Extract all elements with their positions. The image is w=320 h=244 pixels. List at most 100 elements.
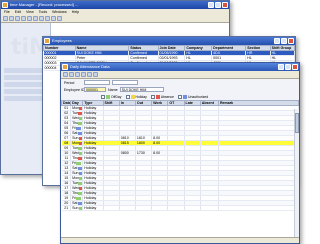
cell-day: Tue — [70, 110, 84, 116]
minimize-icon[interactable] — [274, 38, 280, 44]
checkbox[interactable] — [125, 94, 130, 99]
print-icon[interactable] — [93, 72, 98, 77]
paste-icon[interactable] — [39, 16, 44, 21]
legend-label: Holiday — [135, 94, 147, 99]
legend-swatch — [106, 94, 110, 99]
day-text: Mon — [72, 106, 80, 110]
open-icon[interactable] — [9, 16, 14, 21]
cell-day: Sat — [70, 200, 84, 206]
cell-day: Thu — [70, 190, 84, 196]
refresh-icon[interactable] — [51, 16, 56, 21]
menu-edit[interactable]: Edit — [15, 9, 21, 15]
cell-day: Wed — [70, 115, 84, 121]
day-type-flag — [78, 121, 82, 125]
print-icon[interactable] — [21, 16, 26, 21]
employee-name-field[interactable]: SUI DOKE HIM — [119, 87, 164, 92]
menu-file[interactable]: File — [4, 9, 10, 15]
day-text: Mon — [72, 141, 80, 145]
next-record-icon[interactable] — [75, 72, 80, 77]
cut-icon[interactable] — [27, 16, 32, 21]
column-header[interactable]: Date — [61, 100, 72, 106]
maximize-icon[interactable] — [281, 38, 287, 44]
day-type-flag — [78, 171, 82, 175]
status-bar — [61, 237, 299, 243]
day-text: Wed — [72, 116, 80, 120]
legend-item[interactable]: Holiday — [125, 94, 147, 99]
cell-day: Tue — [70, 180, 84, 186]
first-record-icon[interactable] — [63, 72, 68, 77]
cell-day: Sun — [70, 170, 84, 176]
cell-day: Mon — [70, 175, 84, 181]
close-icon[interactable] — [288, 38, 294, 44]
cell-day: Fri — [70, 195, 84, 201]
cell-day: Thu — [70, 155, 84, 161]
period-label: Period — [64, 80, 75, 85]
menu-tools[interactable]: Tools — [39, 9, 47, 15]
maximize-icon[interactable] — [215, 2, 221, 8]
legend-item[interactable]: Absence — [150, 94, 174, 99]
name-label: Name — [108, 87, 118, 92]
menu-view[interactable]: View — [26, 9, 34, 15]
checkbox[interactable] — [101, 94, 105, 99]
cell-shift — [103, 205, 120, 211]
attendance-table: Date Day Type Shift In Out Work OT Late Absent Rem… — [61, 100, 299, 211]
employee-title-bar[interactable]: Employees — [43, 37, 295, 45]
day-type-flag — [76, 161, 82, 165]
menu-windows[interactable]: Windows — [52, 9, 67, 15]
attendance-window-title: Daily Attendance Data — [70, 64, 110, 69]
copy-icon[interactable] — [33, 16, 38, 21]
day-type-flag — [76, 126, 82, 130]
checkbox[interactable] — [178, 94, 183, 99]
window-icon — [44, 38, 50, 44]
cell-day: Tue — [70, 145, 84, 151]
cell-ot — [167, 205, 185, 211]
day-text: Wed — [72, 151, 80, 155]
cell-day: Sat — [70, 130, 84, 136]
save-icon[interactable] — [87, 72, 92, 77]
legend-item[interactable]: OffDay — [101, 94, 122, 99]
cell-date: 21 — [61, 205, 72, 211]
cell-day: Mon — [70, 105, 84, 111]
column-header[interactable]: Shift Group — [269, 45, 295, 51]
minimize-icon[interactable] — [208, 2, 214, 8]
attendance-scrollbar[interactable] — [294, 109, 299, 237]
minimize-icon[interactable] — [278, 64, 284, 70]
checkbox[interactable] — [150, 94, 155, 99]
day-type-flag — [77, 131, 82, 135]
find-icon[interactable] — [45, 16, 50, 21]
prev-record-icon[interactable] — [69, 72, 74, 77]
cell-day: Sat — [70, 165, 84, 171]
last-record-icon[interactable] — [81, 72, 86, 77]
report-icon[interactable] — [57, 16, 62, 21]
day-type-flag — [78, 136, 82, 140]
scroll-thumb[interactable] — [295, 113, 299, 133]
attendance-title-bar[interactable]: Daily Attendance Data — [61, 63, 299, 71]
day-type-flag — [77, 166, 82, 170]
legend-label: OffDay — [111, 94, 122, 99]
legend-swatch — [130, 94, 135, 99]
table-row[interactable]: 21 Sun Holiday — [61, 205, 299, 211]
cell-day: Fri — [70, 125, 84, 131]
main-window-title: time Manager - [Record: processed] ... — [10, 2, 79, 7]
legend-item[interactable]: Unauthorized — [178, 94, 208, 99]
day-text: Wed — [72, 186, 80, 190]
save-icon[interactable] — [15, 16, 20, 21]
main-title-bar[interactable]: time Manager - [Record: processed] ... — [1, 1, 229, 9]
cell-late — [184, 205, 201, 211]
employee-id-field[interactable]: 000001 — [84, 87, 106, 92]
cell-in — [119, 205, 136, 211]
period-row: Period — [61, 79, 299, 86]
cell-remark — [218, 205, 299, 211]
close-icon[interactable] — [292, 64, 298, 70]
legend-swatch — [183, 94, 188, 99]
menu-help[interactable]: Help — [72, 9, 79, 15]
day-type-flag — [76, 196, 82, 200]
close-icon[interactable] — [222, 2, 228, 8]
attendance-window: Daily Attendance Data Period Employee ID… — [60, 62, 300, 244]
period-from-field[interactable] — [84, 80, 110, 85]
maximize-icon[interactable] — [285, 64, 291, 70]
cell-day: Thu — [70, 120, 84, 126]
period-to-field[interactable] — [112, 80, 138, 85]
day-type-flag — [78, 156, 82, 160]
new-icon[interactable] — [3, 16, 8, 21]
